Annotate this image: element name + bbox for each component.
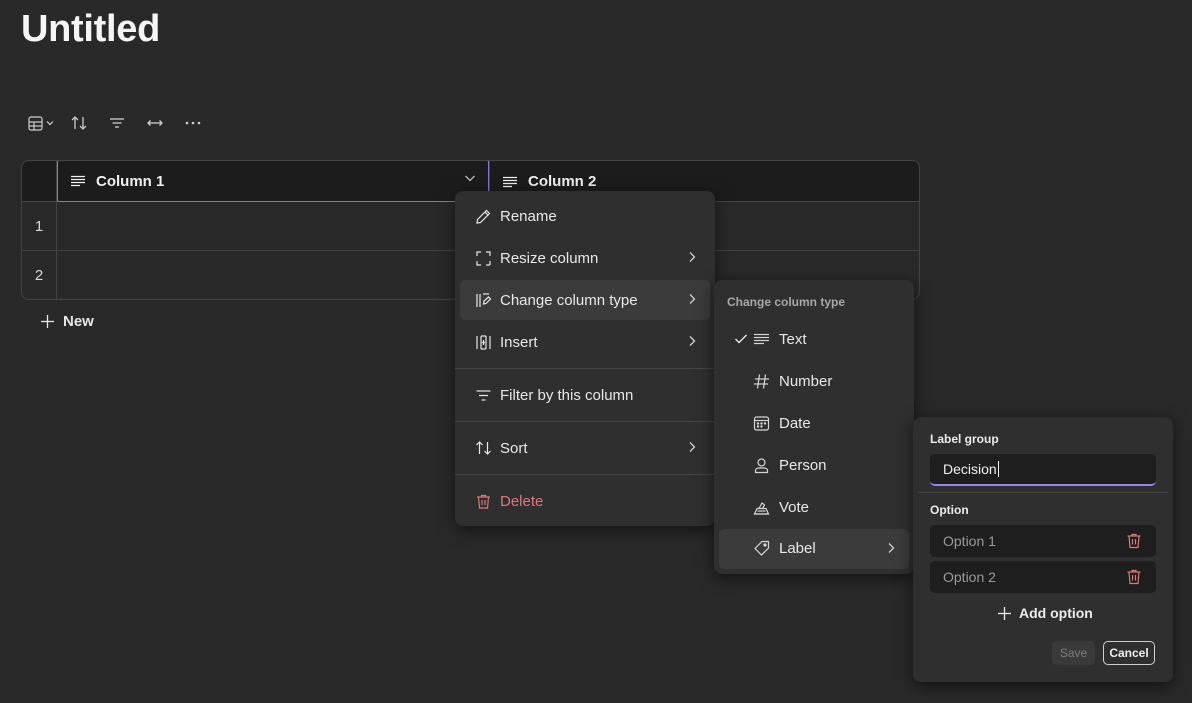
menu-item-label: Delete bbox=[500, 492, 544, 510]
type-option-vote[interactable]: Vote bbox=[719, 488, 909, 528]
chevron-right-icon bbox=[887, 542, 895, 554]
chevron-right-icon bbox=[688, 335, 696, 347]
trash-icon[interactable] bbox=[1126, 532, 1142, 549]
label-group-value: Decision bbox=[943, 461, 997, 477]
column-width-icon bbox=[146, 118, 164, 128]
menu-item-sort[interactable]: Sort bbox=[460, 428, 710, 468]
option-placeholder: Option 2 bbox=[943, 569, 996, 585]
text-lines-icon bbox=[502, 176, 518, 188]
new-row-button[interactable]: New bbox=[40, 313, 94, 330]
column-header-label: Column 2 bbox=[528, 173, 597, 190]
text-lines-icon bbox=[753, 331, 770, 348]
text-caret bbox=[997, 461, 999, 477]
type-option-label: Person bbox=[779, 457, 827, 474]
type-option-label: Text bbox=[779, 331, 807, 348]
menu-divider bbox=[455, 421, 715, 422]
type-option-label: Number bbox=[779, 373, 833, 390]
column-context-menu: Rename Resize column Change column type … bbox=[455, 191, 715, 526]
menu-item-change-column-type[interactable]: Change column type bbox=[460, 280, 710, 320]
type-option-label: Date bbox=[779, 415, 811, 432]
vote-icon bbox=[753, 499, 770, 516]
tag-icon bbox=[753, 540, 770, 557]
menu-item-label: Sort bbox=[500, 439, 528, 457]
filter-icon bbox=[109, 117, 125, 129]
menu-item-resize-column[interactable]: Resize column bbox=[460, 238, 710, 278]
menu-divider bbox=[455, 368, 715, 369]
table-toolbar bbox=[24, 110, 212, 136]
chevron-down-icon bbox=[46, 120, 54, 126]
type-option-person[interactable]: Person bbox=[719, 446, 909, 486]
menu-item-label: Change column type bbox=[500, 291, 638, 309]
type-option-label: Label bbox=[779, 540, 816, 557]
menu-divider bbox=[455, 474, 715, 475]
page-title[interactable]: Untitled bbox=[21, 8, 160, 51]
calendar-icon bbox=[753, 415, 770, 432]
filter-icon bbox=[475, 389, 492, 402]
change-type-icon bbox=[475, 292, 492, 309]
type-option-date[interactable]: Date bbox=[719, 404, 909, 444]
new-row-label: New bbox=[63, 313, 94, 330]
type-option-label: Vote bbox=[779, 499, 810, 516]
sort-icon bbox=[70, 115, 88, 131]
chevron-right-icon bbox=[688, 251, 696, 263]
row-number: 2 bbox=[22, 251, 57, 299]
menu-item-filter-by-column[interactable]: Filter by this column bbox=[460, 375, 710, 415]
more-icon bbox=[185, 121, 201, 125]
row-number-header bbox=[22, 161, 57, 202]
chevron-right-icon bbox=[688, 441, 696, 453]
column-type-submenu: Change column type Text Number Date Pers… bbox=[714, 280, 914, 574]
menu-item-label: Filter by this column bbox=[500, 386, 634, 404]
trash-icon[interactable] bbox=[1126, 568, 1142, 585]
type-option-text[interactable]: Text bbox=[719, 320, 909, 360]
menu-item-label: Rename bbox=[500, 207, 557, 225]
option-input-1[interactable]: Option 1 bbox=[930, 525, 1156, 557]
chevron-right-icon bbox=[688, 293, 696, 305]
label-config-panel: Label group Decision Option Option 1 Opt… bbox=[913, 417, 1173, 682]
sort-button[interactable] bbox=[60, 110, 98, 136]
column-header-1[interactable]: Column 1 bbox=[57, 161, 489, 202]
row-number: 1 bbox=[22, 202, 57, 250]
add-option-label: Add option bbox=[1019, 605, 1093, 621]
text-lines-icon bbox=[70, 175, 86, 187]
panel-divider bbox=[918, 492, 1168, 493]
menu-item-insert[interactable]: Insert bbox=[460, 322, 710, 362]
menu-item-label: Insert bbox=[500, 333, 538, 351]
type-option-label[interactable]: Label bbox=[719, 529, 909, 569]
pencil-icon bbox=[475, 208, 492, 225]
option-heading: Option bbox=[930, 503, 969, 517]
submenu-header: Change column type bbox=[727, 295, 846, 309]
column-menu-chevron-icon[interactable] bbox=[464, 174, 476, 182]
menu-item-label: Resize column bbox=[500, 249, 599, 267]
plus-icon bbox=[40, 314, 55, 329]
sort-icon bbox=[475, 440, 492, 456]
option-input-2[interactable]: Option 2 bbox=[930, 561, 1156, 593]
column-width-button[interactable] bbox=[136, 110, 174, 136]
table-view-button[interactable] bbox=[24, 110, 60, 136]
column-header-label: Column 1 bbox=[96, 172, 165, 190]
option-placeholder: Option 1 bbox=[943, 533, 996, 549]
table-view-icon bbox=[28, 115, 43, 131]
plus-icon bbox=[997, 606, 1012, 621]
more-options-button[interactable] bbox=[174, 110, 212, 136]
label-group-input[interactable]: Decision bbox=[930, 454, 1156, 486]
add-option-button[interactable]: Add option bbox=[997, 605, 1093, 621]
checkmark-icon bbox=[734, 333, 748, 345]
filter-button[interactable] bbox=[98, 110, 136, 136]
trash-icon bbox=[475, 493, 492, 510]
type-option-number[interactable]: Number bbox=[719, 362, 909, 402]
resize-icon bbox=[475, 250, 492, 267]
person-icon bbox=[753, 457, 770, 474]
menu-item-delete[interactable]: Delete bbox=[460, 481, 710, 521]
hash-icon bbox=[753, 373, 770, 390]
cancel-button[interactable]: Cancel bbox=[1103, 641, 1155, 665]
insert-column-icon bbox=[475, 334, 492, 351]
save-button[interactable]: Save bbox=[1052, 641, 1095, 665]
label-group-heading: Label group bbox=[930, 432, 999, 446]
menu-item-rename[interactable]: Rename bbox=[460, 196, 710, 236]
